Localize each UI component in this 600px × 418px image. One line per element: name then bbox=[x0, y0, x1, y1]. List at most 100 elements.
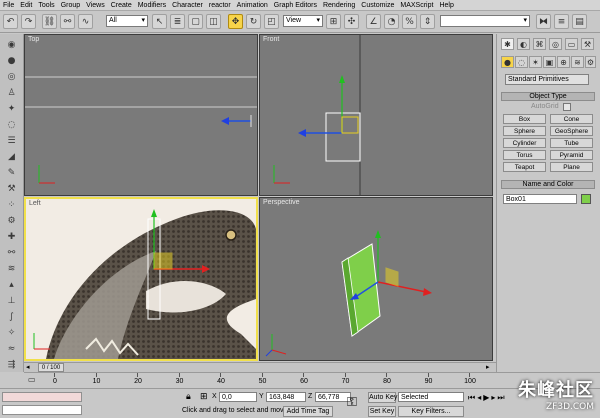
cylinder-button[interactable]: Cylinder bbox=[503, 138, 546, 148]
track-bar[interactable]: ▭ 0 10 20 30 40 50 60 70 80 90 100 bbox=[24, 372, 600, 388]
select-and-rotate-icon[interactable]: ↻ bbox=[246, 14, 261, 29]
menu-item-graph-editors[interactable]: Graph Editors bbox=[274, 2, 317, 9]
systems-icon[interactable]: ⚙ bbox=[585, 56, 596, 68]
layer-manager-icon[interactable]: ▤ bbox=[572, 14, 587, 29]
spring-icon[interactable]: ≋ bbox=[4, 262, 19, 276]
key-mode-dropdown[interactable]: Selected bbox=[398, 392, 464, 402]
cone-button[interactable]: Cone bbox=[550, 114, 593, 124]
helper-icon[interactable]: ✚ bbox=[4, 230, 19, 244]
reference-coordinate-dropdown[interactable]: View bbox=[283, 15, 323, 27]
gear-icon[interactable]: ⚙ bbox=[4, 214, 19, 228]
hierarchy-tab-icon[interactable]: ⌘ bbox=[533, 38, 546, 50]
weight-icon[interactable]: ▴ bbox=[4, 278, 19, 292]
snaps-toggle-icon[interactable]: ∠ bbox=[366, 14, 381, 29]
mini-curve-editor-icon[interactable]: ▭ bbox=[28, 375, 40, 385]
box-button[interactable]: Box bbox=[503, 114, 546, 124]
wire-icon[interactable]: ✦ bbox=[4, 102, 19, 116]
select-link-icon[interactable]: ⛓ bbox=[42, 14, 57, 29]
undo-icon[interactable]: ↶ bbox=[3, 14, 18, 29]
space-warps-icon[interactable]: ≋ bbox=[571, 56, 584, 68]
hinge-icon[interactable]: ⊥ bbox=[4, 294, 19, 308]
cylinder-tool-icon[interactable]: ◎ bbox=[4, 70, 19, 84]
select-and-scale-icon[interactable]: ◰ bbox=[264, 14, 279, 29]
menu-item-create[interactable]: Create bbox=[111, 2, 132, 9]
lock-selection-icon[interactable]: 🔒︎ bbox=[186, 392, 191, 402]
playback-controls[interactable]: ⏮◂▶▸⏭ bbox=[468, 393, 507, 403]
bone-icon[interactable]: ⚒ bbox=[4, 182, 19, 196]
named-selection-sets-dropdown[interactable] bbox=[440, 15, 530, 27]
menu-item-help[interactable]: Help bbox=[439, 2, 453, 9]
select-and-move-icon[interactable]: ✥ bbox=[228, 14, 243, 29]
tube-button[interactable]: Tube bbox=[550, 138, 593, 148]
select-by-name-icon[interactable]: ≣ bbox=[170, 14, 185, 29]
dots-icon[interactable]: ⁘ bbox=[4, 198, 19, 212]
figure-icon[interactable]: ♙ bbox=[4, 86, 19, 100]
display-tab-icon[interactable]: ▭ bbox=[565, 38, 578, 50]
menu-item-views[interactable]: Views bbox=[86, 2, 105, 9]
sphere-button[interactable]: Sphere bbox=[503, 126, 546, 136]
pyramid-button[interactable]: Pyramid bbox=[550, 150, 593, 160]
window-crossing-icon[interactable]: ◫ bbox=[206, 14, 221, 29]
menu-item-customize[interactable]: Customize bbox=[361, 2, 394, 9]
teapot-button[interactable]: Teapot bbox=[503, 162, 546, 172]
unlink-icon[interactable]: ⚯ bbox=[60, 14, 75, 29]
lights-icon[interactable]: ✶ bbox=[529, 56, 542, 68]
modify-tab-icon[interactable]: ◐ bbox=[517, 38, 530, 50]
menu-item-file[interactable]: File bbox=[3, 2, 14, 9]
spinner-snap-icon[interactable]: ⇕ bbox=[420, 14, 435, 29]
ramp-icon[interactable]: ◢ bbox=[4, 150, 19, 164]
maxscript-listener-output[interactable] bbox=[2, 405, 82, 415]
cameras-icon[interactable]: ▣ bbox=[543, 56, 556, 68]
auto-key-button[interactable]: Auto Key bbox=[368, 392, 397, 403]
object-color-swatch[interactable] bbox=[581, 194, 591, 204]
redo-icon[interactable]: ↷ bbox=[21, 14, 36, 29]
pen-icon[interactable]: ✎ bbox=[4, 166, 19, 180]
z-coordinate-field[interactable]: 66,778 bbox=[315, 392, 351, 402]
render-icon[interactable]: ◉ bbox=[4, 38, 19, 52]
motion-tab-icon[interactable]: ◎ bbox=[549, 38, 562, 50]
slider-next-icon[interactable]: ▸ bbox=[486, 364, 494, 372]
wind-icon[interactable]: ⇶ bbox=[4, 358, 19, 372]
viewport-top[interactable]: Top bbox=[24, 34, 258, 196]
set-key-button[interactable]: Set Key bbox=[368, 406, 396, 417]
stack-icon[interactable]: ☰ bbox=[4, 134, 19, 148]
maxscript-listener[interactable] bbox=[2, 392, 82, 402]
create-tab-icon[interactable]: ✱ bbox=[501, 38, 514, 50]
tube-icon[interactable]: ◌ bbox=[4, 118, 19, 132]
chain-icon[interactable]: ⚯ bbox=[4, 246, 19, 260]
water-icon[interactable]: ≈ bbox=[4, 342, 19, 356]
menu-item-rendering[interactable]: Rendering bbox=[323, 2, 355, 9]
object-type-rollout-header[interactable]: Object Type bbox=[501, 92, 595, 101]
absolute-mode-icon[interactable]: ⊞ bbox=[200, 392, 208, 402]
menu-item-character[interactable]: Character bbox=[172, 2, 203, 9]
key-filters-button[interactable]: Key Filters... bbox=[398, 406, 464, 417]
torus-button[interactable]: Torus bbox=[503, 150, 546, 160]
bind-space-warp-icon[interactable]: ∿ bbox=[78, 14, 93, 29]
menu-item-modifiers[interactable]: Modifiers bbox=[138, 2, 166, 9]
pivot-center-icon[interactable]: ⊞ bbox=[326, 14, 341, 29]
slider-prev-icon[interactable]: ◂ bbox=[26, 364, 34, 372]
helpers-icon[interactable]: ⊕ bbox=[557, 56, 570, 68]
time-slider[interactable]: ◂ 0 / 100 ▸ bbox=[24, 362, 496, 372]
fracture-icon[interactable]: ✧ bbox=[4, 326, 19, 340]
y-coordinate-field[interactable]: 163,848 bbox=[266, 392, 306, 402]
shapes-icon[interactable]: ◌ bbox=[515, 56, 528, 68]
geosphere-button[interactable]: GeoSphere bbox=[550, 126, 593, 136]
add-time-tag-button[interactable]: Add Time Tag bbox=[283, 406, 333, 417]
object-name-field[interactable]: Box01 bbox=[503, 194, 577, 204]
selection-filter-dropdown[interactable]: All bbox=[106, 15, 148, 27]
menu-item-maxscript[interactable]: MAXScript bbox=[400, 2, 433, 9]
x-coordinate-field[interactable]: 0,0 bbox=[219, 392, 257, 402]
frame-display[interactable]: 0 / 100 bbox=[38, 363, 64, 372]
utilities-tab-icon[interactable]: ⚒ bbox=[581, 38, 594, 50]
plane-button[interactable]: Plane bbox=[550, 162, 593, 172]
menu-item-tools[interactable]: Tools bbox=[38, 2, 54, 9]
category-dropdown[interactable]: Standard Primitives bbox=[505, 74, 589, 85]
viewport-front[interactable]: Front bbox=[259, 34, 493, 196]
viewport-left[interactable]: Left bbox=[24, 197, 258, 361]
geometry-icon[interactable]: ● bbox=[501, 56, 514, 68]
rectangular-selection-icon[interactable]: ▢ bbox=[188, 14, 203, 29]
autogrid-checkbox[interactable] bbox=[563, 103, 571, 111]
percent-snap-icon[interactable]: % bbox=[402, 14, 417, 29]
menu-item-animation[interactable]: Animation bbox=[237, 2, 268, 9]
